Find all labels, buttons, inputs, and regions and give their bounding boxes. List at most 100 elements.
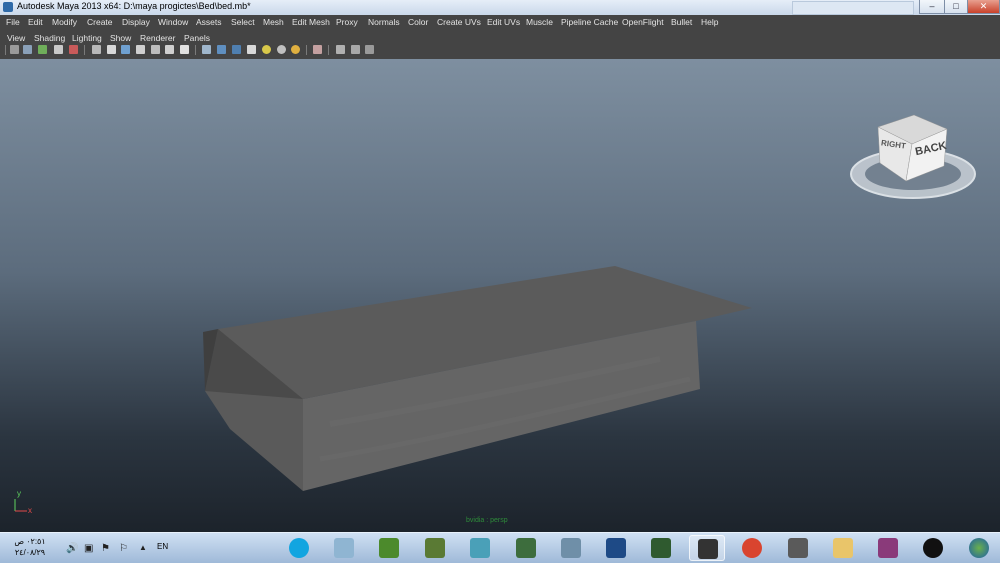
axis-indicator: [14, 499, 27, 512]
menu-proxy[interactable]: Proxy: [336, 17, 358, 27]
menu-select[interactable]: Select: [231, 17, 255, 27]
toolbar-separator: [306, 45, 307, 55]
language-indicator[interactable]: EN: [157, 542, 168, 551]
menu-display[interactable]: Display: [122, 17, 150, 27]
taskbar-chrome[interactable]: [734, 535, 770, 561]
y-shape-icon: [561, 538, 581, 558]
smooth-shade-icon[interactable]: [217, 45, 226, 54]
menu-mesh[interactable]: Mesh: [263, 17, 284, 27]
panel-menu-lighting[interactable]: Lighting: [72, 33, 102, 43]
use-all-lights-icon[interactable]: [262, 45, 271, 54]
xray-components-icon[interactable]: [351, 45, 360, 54]
menu-create-uvs[interactable]: Create UVs: [437, 17, 481, 27]
menu-color[interactable]: Color: [408, 17, 428, 27]
taskbar-minecraft[interactable]: [371, 535, 407, 561]
menu-create[interactable]: Create: [87, 17, 113, 27]
xray-icon[interactable]: [291, 45, 300, 54]
wireframe-icon[interactable]: [202, 45, 211, 54]
minimize-button[interactable]: –: [919, 0, 945, 14]
windows-logo-icon: [969, 538, 989, 558]
menu-muscle[interactable]: Muscle: [526, 17, 553, 27]
menu-edit[interactable]: Edit: [28, 17, 43, 27]
pickaxe-icon: [516, 538, 536, 558]
taskbar-graphics-tool[interactable]: [780, 535, 816, 561]
menu-modify[interactable]: Modify: [52, 17, 77, 27]
taskbar-skype[interactable]: [281, 535, 317, 561]
gate-mask-icon[interactable]: [136, 45, 145, 54]
resolution-gate-icon[interactable]: [121, 45, 130, 54]
textured-icon[interactable]: [247, 45, 256, 54]
taskbar-editor[interactable]: [643, 535, 679, 561]
perspective-viewport[interactable]: RIGHT BACK y x bvidia : persp: [0, 59, 1000, 532]
menu-bullet[interactable]: Bullet: [671, 17, 692, 27]
isolate-select-icon[interactable]: [313, 45, 322, 54]
taskbar-maya-active[interactable]: [689, 535, 725, 561]
taskbar-tool[interactable]: [508, 535, 544, 561]
minecraft-block-icon: [425, 538, 445, 558]
udk-icon: [923, 538, 943, 558]
taskbar-winrar[interactable]: [870, 535, 906, 561]
toolbar-separator: [195, 45, 196, 55]
panel-menu-view[interactable]: View: [7, 33, 25, 43]
taskbar-photoshop[interactable]: [598, 535, 634, 561]
graphics-tool-icon: [788, 538, 808, 558]
bookmark-icon[interactable]: [38, 45, 47, 54]
maya-window-icon: [698, 539, 718, 559]
volume-icon[interactable]: 🔊: [66, 543, 78, 554]
menu-edit-mesh[interactable]: Edit Mesh: [292, 17, 330, 27]
select-camera-icon[interactable]: [10, 45, 19, 54]
safe-action-icon[interactable]: [165, 45, 174, 54]
menu-edit-uvs[interactable]: Edit UVs: [487, 17, 520, 27]
hypershade-icon[interactable]: [365, 45, 374, 54]
toolbar-separator: [328, 45, 329, 55]
viewcube[interactable]: [850, 114, 976, 199]
2d-pan-zoom-icon[interactable]: [69, 45, 78, 54]
camera-name-label: bvidia : persp: [466, 517, 508, 524]
field-chart-icon[interactable]: [151, 45, 160, 54]
camera-attributes-icon[interactable]: [23, 45, 32, 54]
taskbar-file-manager[interactable]: [326, 535, 362, 561]
taskbar-maya[interactable]: [462, 535, 498, 561]
start-button[interactable]: [961, 535, 997, 561]
panel-menu-panels[interactable]: Panels: [184, 33, 210, 43]
show-hidden-icon[interactable]: ▲: [139, 543, 147, 552]
taskbar-y-tool[interactable]: [553, 535, 589, 561]
menu-pipeline-cache[interactable]: Pipeline Cache: [561, 17, 618, 27]
toolbar-separator: [5, 45, 6, 55]
close-button[interactable]: ✕: [967, 0, 1000, 14]
menu-openflight[interactable]: OpenFlight: [622, 17, 664, 27]
menu-file[interactable]: File: [6, 17, 20, 27]
system-clock[interactable]: ٠٢:٥١ ص ٢٤/٠٨/٢٩: [6, 536, 54, 558]
film-gate-icon[interactable]: [107, 45, 116, 54]
chrome-icon: [742, 538, 762, 558]
action-center-icon[interactable]: ⚑: [101, 543, 110, 554]
skype-icon: [289, 538, 309, 558]
flag-icon[interactable]: ⚐: [119, 543, 128, 554]
grid-icon[interactable]: [92, 45, 101, 54]
safe-title-icon[interactable]: [180, 45, 189, 54]
bed-mesh[interactable]: [203, 266, 752, 491]
panel-menu-renderer[interactable]: Renderer: [140, 33, 175, 43]
windows-taskbar: ٠٢:٥١ ص ٢٤/٠٨/٢٩ 🔊 ▣ ⚑ ⚐ ▲ EN: [0, 532, 1000, 563]
menu-window[interactable]: Window: [158, 17, 188, 27]
panel-menu-show[interactable]: Show: [110, 33, 131, 43]
taskbar-minecraft-2[interactable]: [417, 535, 453, 561]
image-plane-icon[interactable]: [54, 45, 63, 54]
smooth-shade-all-icon[interactable]: [232, 45, 241, 54]
taskbar-folder[interactable]: [825, 535, 861, 561]
xray-joints-icon[interactable]: [336, 45, 345, 54]
menu-normals[interactable]: Normals: [368, 17, 400, 27]
panel-toolbar: View Shading Lighting Show Renderer Pane…: [0, 30, 1000, 59]
menu-help[interactable]: Help: [701, 17, 718, 27]
menu-assets[interactable]: Assets: [196, 17, 222, 27]
clock-date: ٢٤/٠٨/٢٩: [14, 548, 46, 557]
shadows-icon[interactable]: [277, 45, 286, 54]
taskbar-udk[interactable]: [915, 535, 951, 561]
folder-icon: [833, 538, 853, 558]
maya-icon: [470, 538, 490, 558]
axis-x-label: x: [28, 506, 32, 515]
network-icon[interactable]: ▣: [84, 543, 93, 554]
maximize-button[interactable]: □: [944, 0, 968, 14]
background-browser-tab: [792, 1, 914, 15]
panel-menu-shading[interactable]: Shading: [34, 33, 65, 43]
